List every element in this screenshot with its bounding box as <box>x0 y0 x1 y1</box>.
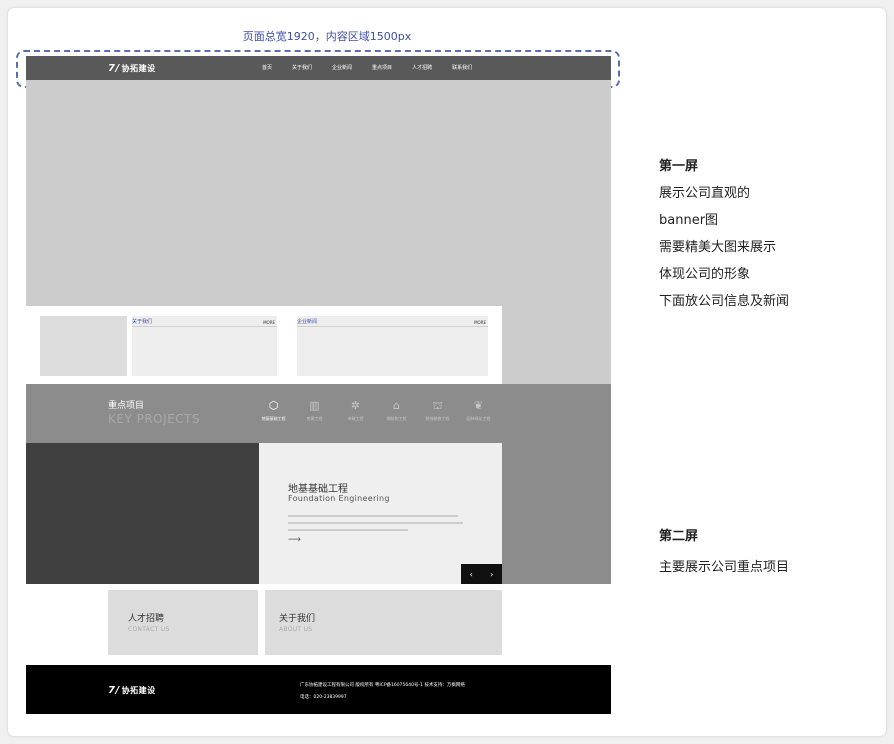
temple-icon: ⛫ <box>432 399 443 412</box>
nav-item-contact[interactable]: 联系我们 <box>452 64 472 71</box>
about-more-link[interactable]: MORE <box>263 320 275 325</box>
screen2-annotation: 第二屏 主要展示公司重点项目 <box>659 529 790 575</box>
nav-logo[interactable]: 7/协拓建设 <box>108 63 156 74</box>
about-card[interactable]: 关于我们 ABOUT US <box>265 590 502 655</box>
logo-mark-icon: 7/ <box>108 63 120 74</box>
nav-menu: 首页 关于我们 企业新闻 重点项目 人才招聘 联系我们 <box>262 64 472 71</box>
page-mockup: 7/协拓建设 首页 关于我们 企业新闻 重点项目 人才招聘 联系我们 关于我们 … <box>26 56 611 714</box>
news-box: 企业新闻 MORE <box>297 316 488 376</box>
nav-item-news[interactable]: 企业新闻 <box>332 64 352 71</box>
news-more-link[interactable]: MORE <box>474 320 486 325</box>
nav-item-about[interactable]: 关于我们 <box>292 64 312 71</box>
project-title-en: Foundation Engineering <box>288 494 390 503</box>
project-detail: 地基基础工程 Foundation Engineering ⟶ <box>259 443 502 584</box>
footer: 7/协拓建设 广东协拓建设工程有限公司 版权所有 粤ICP备16075640号-… <box>26 665 611 714</box>
about-box: 关于我们 MORE <box>132 316 277 376</box>
nav-item-careers[interactable]: 人才招聘 <box>412 64 432 71</box>
about-title: 关于我们 <box>132 319 153 325</box>
project-image-placeholder <box>26 443 259 584</box>
careers-card[interactable]: 人才招聘 CONTACT US <box>108 590 258 655</box>
width-note: 页面总宽1920，内容区域1500px <box>242 30 412 43</box>
footer-copyright: 广东协拓建设工程有限公司 版权所有 粤ICP备16075640号-1 技术支持：… <box>300 683 465 688</box>
nav-bar: 7/协拓建设 首页 关于我们 企业新闻 重点项目 人才招聘 联系我们 <box>26 56 611 80</box>
read-more-arrow-icon[interactable]: ⟶ <box>288 535 301 545</box>
footer-info: 广东协拓建设工程有限公司 版权所有 粤ICP备16075640号-1 技术支持：… <box>300 680 465 704</box>
tab-municipal[interactable]: ✲ 市政工程 <box>340 399 371 422</box>
tab-landscape[interactable]: ❦ 园林绿化工程 <box>463 399 494 422</box>
key-projects-title: 重点项目 <box>108 401 145 411</box>
news-title: 企业新闻 <box>297 319 318 325</box>
bridge-icon: ⌂ <box>393 399 400 412</box>
gear-icon: ✲ <box>350 399 361 412</box>
tab-housing[interactable]: ▥ 房建工程 <box>299 399 330 422</box>
about-thumbnail <box>40 316 127 376</box>
key-projects-bar: 重点项目 KEY PROJECTS ⬡ 地基基础工程 ▥ 房建工程 ✲ 市政工程… <box>26 384 611 443</box>
building-cube-icon: ⬡ <box>268 399 279 412</box>
screen1-annotation: 第一屏 展示公司直观的 banner图 需要精美大图来展示 体现公司的形象 下面… <box>659 159 790 309</box>
project-category-tabs: ⬡ 地基基础工程 ▥ 房建工程 ✲ 市政工程 ⌂ 钢结构工程 ⛫ 装饰装修工程 … <box>258 399 494 422</box>
tower-icon: ▥ <box>309 399 320 412</box>
tab-steel[interactable]: ⌂ 钢结构工程 <box>381 399 412 422</box>
project-title: 地基基础工程 <box>288 484 348 495</box>
logo-mark-icon: 7/ <box>108 685 120 696</box>
divider <box>132 326 277 327</box>
tab-foundation[interactable]: ⬡ 地基基础工程 <box>258 399 289 422</box>
footer-phone: 电话：020-23839997 <box>300 695 347 700</box>
prev-arrow-icon[interactable]: ‹ <box>470 570 473 579</box>
footer-logo: 7/协拓建设 <box>108 685 156 696</box>
divider <box>297 326 488 327</box>
leaf-icon: ❦ <box>473 399 484 412</box>
info-panel: 关于我们 MORE 企业新闻 MORE <box>26 306 502 384</box>
project-description-placeholder <box>288 513 468 531</box>
tab-decoration[interactable]: ⛫ 装饰装修工程 <box>422 399 453 422</box>
next-arrow-icon[interactable]: › <box>490 570 493 579</box>
nav-item-home[interactable]: 首页 <box>262 64 272 71</box>
carousel-controls: ‹ › <box>461 564 502 584</box>
right-gray-area <box>502 443 611 584</box>
key-projects-title-en: KEY PROJECTS <box>108 412 201 426</box>
nav-item-projects[interactable]: 重点项目 <box>372 64 392 71</box>
